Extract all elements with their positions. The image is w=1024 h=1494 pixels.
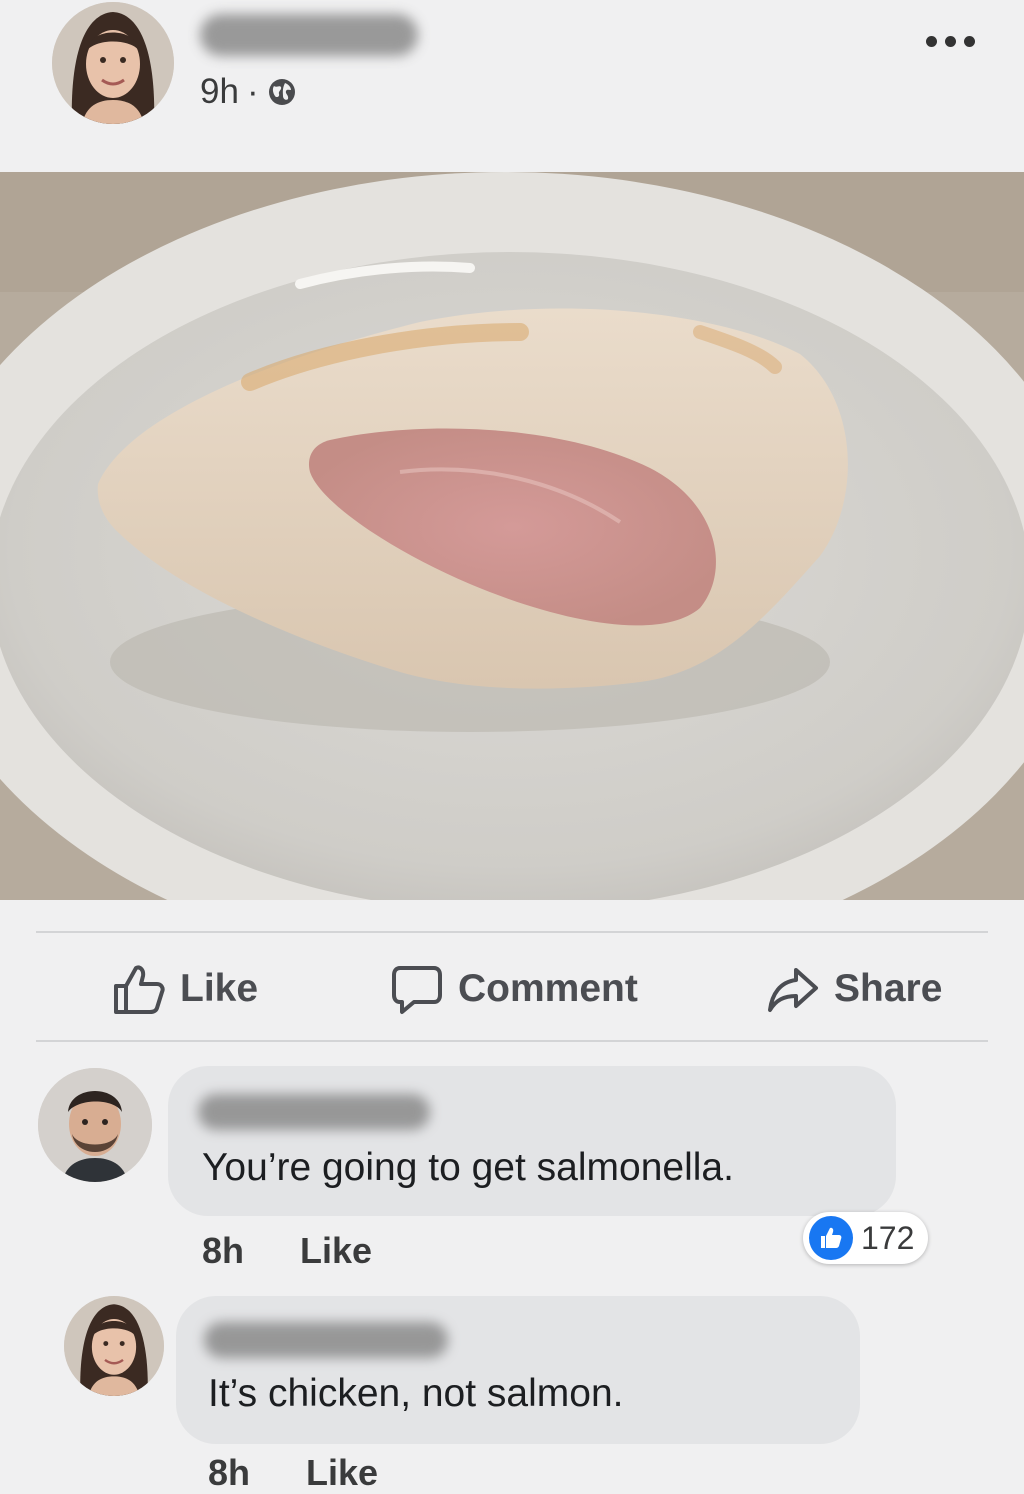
comment-text: You’re going to get salmonella. [202,1146,734,1189]
meta-separator: · [246,72,259,111]
reply-text: It’s chicken, not salmon. [208,1372,624,1415]
comment-bubble[interactable] [168,1066,896,1216]
post-author-name-redacted[interactable] [200,14,418,56]
reply-time[interactable]: 8h [208,1452,250,1494]
comment-button[interactable]: Comment [390,962,638,1016]
like-button[interactable]: Like [112,962,258,1016]
post-author-avatar[interactable] [52,2,174,124]
man-avatar-image [38,1068,152,1182]
speech-bubble-icon [390,962,444,1016]
share-arrow-icon [766,962,820,1016]
reply-bubble[interactable] [176,1296,860,1444]
chicken-on-plate-image [0,172,1024,900]
commenter-name-redacted[interactable] [198,1094,430,1130]
thumbs-up-outline-icon [112,962,166,1016]
reply-like-link[interactable]: Like [306,1452,378,1494]
comment-button-label: Comment [458,967,638,1010]
post-time[interactable]: 9h [200,72,239,112]
woman-avatar-image [64,1296,164,1396]
comment-like-link[interactable]: Like [300,1230,372,1272]
comment-time[interactable]: 8h [202,1230,244,1272]
action-bar-bottom-divider [36,1040,988,1042]
reaction-count: 172 [861,1219,915,1256]
reply-author-name-redacted[interactable] [204,1322,448,1358]
commenter-avatar[interactable] [38,1068,152,1182]
like-button-label: Like [180,967,259,1010]
more-dots-icon[interactable] [926,36,975,47]
thumbs-up-icon [809,1216,853,1260]
reply-author-avatar[interactable] [64,1296,164,1396]
action-bar-top-divider [36,931,988,933]
post-meta: 9h · [200,72,297,112]
woman-avatar-image [52,2,174,124]
reaction-count-pill[interactable]: 172 [803,1212,929,1264]
globe-icon [267,77,297,107]
comment-meta: 8h Like [202,1230,372,1272]
share-button[interactable]: Share [766,962,942,1016]
reply-meta: 8h Like [208,1452,378,1494]
share-button-label: Share [834,967,943,1010]
post-photo[interactable] [0,172,1024,900]
